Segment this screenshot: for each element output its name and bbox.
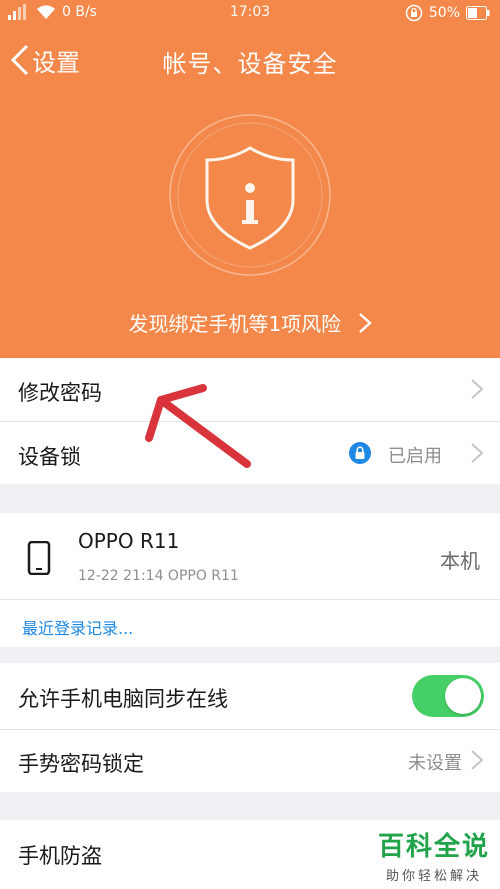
watermark-main: 百科全说 xyxy=(377,832,490,862)
rotation-lock-icon xyxy=(405,4,423,22)
status-bar: 0 B/s 17:03 50% xyxy=(0,0,500,26)
watermark: 百科全说 助你轻松解决 xyxy=(370,826,498,884)
recent-login-link[interactable]: 最近登录记录... xyxy=(22,615,133,639)
device-lock-status: 已启用 xyxy=(388,446,442,467)
shield-info-icon xyxy=(165,110,335,280)
sync-online-row: 允许手机电脑同步在线 xyxy=(0,663,500,729)
gesture-lock-row[interactable]: 手势密码锁定 未设置 xyxy=(0,730,500,792)
current-device-tag: 本机 xyxy=(440,549,480,573)
device-lock-label: 设备锁 xyxy=(18,445,81,469)
anti-theft-label: 手机防盗 xyxy=(18,844,102,868)
battery-icon xyxy=(466,6,490,20)
sync-online-label: 允许手机电脑同步在线 xyxy=(18,687,228,711)
battery-level: 50% xyxy=(428,5,460,21)
chevron-right-icon xyxy=(358,313,372,333)
chevron-right-icon xyxy=(471,443,484,463)
sync-online-toggle[interactable] xyxy=(412,675,484,717)
device-last-login: 12-22 21:14 OPPO R11 xyxy=(78,568,239,584)
toggle-knob xyxy=(445,678,481,714)
security-header: 0 B/s 17:03 50% 设置 帐号、设备安全 发现绑定手机等1项风险 xyxy=(0,0,500,358)
change-password-label: 修改密码 xyxy=(18,381,102,405)
recent-login-row[interactable]: 最近登录记录... xyxy=(0,600,500,647)
risk-text: 发现绑定手机等1项风险 xyxy=(128,312,342,336)
gesture-lock-label: 手势密码锁定 xyxy=(18,752,144,776)
device-row[interactable]: OPPO R11 12-22 21:14 OPPO R11 本机 xyxy=(0,513,500,599)
annotation-arrow xyxy=(145,384,251,468)
clock: 17:03 xyxy=(229,4,271,20)
chevron-right-icon xyxy=(471,750,484,770)
lock-icon xyxy=(349,442,371,464)
page-title: 帐号、设备安全 xyxy=(162,50,338,78)
device-name: OPPO R11 xyxy=(78,529,180,553)
risk-warning-link[interactable]: 发现绑定手机等1项风险 xyxy=(0,308,500,337)
watermark-sub: 助你轻松解决 xyxy=(385,869,482,884)
chevron-right-icon xyxy=(471,379,484,399)
phone-icon xyxy=(27,541,51,575)
gesture-lock-value: 未设置 xyxy=(408,753,462,774)
